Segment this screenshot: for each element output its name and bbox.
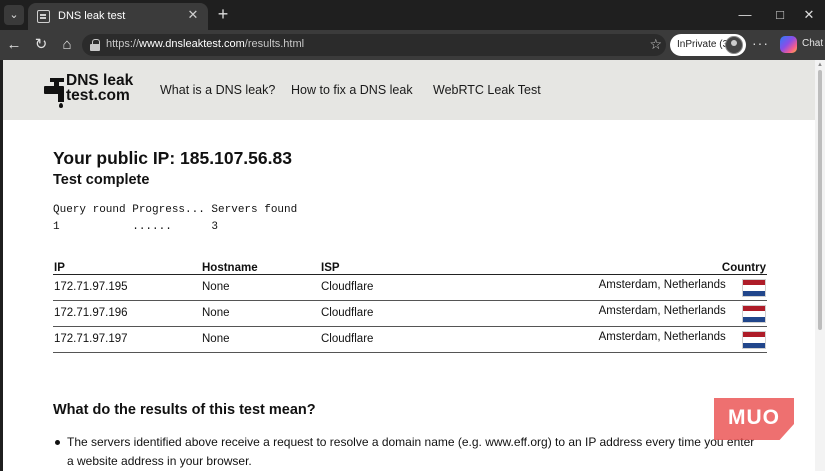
table-row: 172.71.97.197 None Cloudflare Amsterdam,… xyxy=(53,326,767,353)
scroll-thumb[interactable] xyxy=(818,70,822,330)
cell-country: Amsterdam, Netherlands xyxy=(500,300,767,327)
results-table: IP Hostname ISP Country 172.71.97.195 No… xyxy=(53,257,767,353)
country-name: Amsterdam, Netherlands xyxy=(598,331,726,343)
inprivate-button[interactable]: InPrivate (3) xyxy=(670,34,746,56)
cell-ip: 172.71.97.196 xyxy=(53,300,201,327)
muo-watermark: MUO xyxy=(714,398,794,440)
home-icon[interactable]: ⌂ xyxy=(57,35,77,55)
inprivate-label: InPrivate (3) xyxy=(677,39,732,50)
progress-header: Query round Progress... Servers found xyxy=(53,204,298,216)
netherlands-flag-icon xyxy=(742,279,766,297)
watermark-text: MUO xyxy=(728,406,780,429)
page-viewport: DNS leak test.com What is a DNS leak? Ho… xyxy=(3,60,815,471)
cell-hostname: None xyxy=(201,300,320,327)
country-name: Amsterdam, Netherlands xyxy=(598,305,726,317)
cell-country: Amsterdam, Netherlands xyxy=(500,274,767,301)
chat-label[interactable]: Chat xyxy=(802,38,823,49)
column-country: Country xyxy=(500,257,767,275)
bullet-icon xyxy=(55,440,60,445)
site-header: DNS leak test.com What is a DNS leak? Ho… xyxy=(3,60,815,120)
bullet-text: The servers identified above receive a r… xyxy=(67,435,755,468)
window-close-icon[interactable]: ✕ xyxy=(799,5,819,25)
cell-ip: 172.71.97.197 xyxy=(53,326,201,353)
column-isp: ISP xyxy=(320,257,500,275)
lock-icon[interactable] xyxy=(90,39,100,51)
page-scrollbar[interactable]: ▲ xyxy=(815,60,825,471)
tab-title: DNS leak test xyxy=(58,10,126,22)
cell-isp: Cloudflare xyxy=(320,300,500,327)
browser-toolbar: ← ↻ ⌂ https://www.dnsleaktest.com/result… xyxy=(0,30,825,60)
logo-text: DNS leak test.com xyxy=(66,72,134,104)
minimize-icon[interactable]: — xyxy=(735,5,755,25)
site-logo[interactable]: DNS leak test.com xyxy=(44,72,144,108)
back-arrow-icon[interactable]: ← xyxy=(4,35,24,55)
chevron-down-icon[interactable]: ⌄ xyxy=(4,5,24,25)
table-header-row: IP Hostname ISP Country xyxy=(53,257,767,275)
cell-ip: 172.71.97.195 xyxy=(53,274,201,301)
plus-icon[interactable]: + xyxy=(214,4,232,24)
url-text: https://www.dnsleaktest.com/results.html xyxy=(106,38,305,50)
netherlands-flag-icon xyxy=(742,305,766,323)
copilot-icon[interactable] xyxy=(780,36,797,53)
cell-country: Amsterdam, Netherlands xyxy=(500,326,767,353)
table-row: 172.71.97.196 None Cloudflare Amsterdam,… xyxy=(53,300,767,327)
cell-hostname: None xyxy=(201,326,320,353)
cell-isp: Cloudflare xyxy=(320,326,500,353)
results-meaning-heading: What do the results of this test mean? xyxy=(53,402,316,418)
netherlands-flag-icon xyxy=(742,331,766,349)
nav-what-is-dns-leak[interactable]: What is a DNS leak? xyxy=(160,83,275,97)
scroll-up-icon[interactable]: ▲ xyxy=(817,62,823,68)
star-icon[interactable]: ☆ xyxy=(649,36,662,53)
status-heading: Test complete xyxy=(53,172,150,188)
nav-webrtc-leak-test[interactable]: WebRTC Leak Test xyxy=(433,83,541,97)
browser-titlebar: ⌄ DNS leak test ✕ + — □ ✕ xyxy=(0,0,825,30)
close-icon[interactable]: ✕ xyxy=(186,8,200,22)
column-hostname: Hostname xyxy=(201,257,320,275)
country-name: Amsterdam, Netherlands xyxy=(598,279,726,291)
more-icon[interactable]: ··· xyxy=(752,35,769,51)
nav-how-to-fix[interactable]: How to fix a DNS leak xyxy=(291,83,413,97)
column-ip: IP xyxy=(53,257,201,275)
public-ip-heading: Your public IP: 185.107.56.83 xyxy=(53,148,292,168)
address-bar[interactable]: https://www.dnsleaktest.com/results.html… xyxy=(82,34,666,56)
cell-isp: Cloudflare xyxy=(320,274,500,301)
cell-hostname: None xyxy=(201,274,320,301)
refresh-icon[interactable]: ↻ xyxy=(31,35,51,55)
page-icon xyxy=(37,10,50,23)
avatar xyxy=(725,36,743,54)
progress-row: 1 ...... 3 xyxy=(53,221,219,233)
table-row: 172.71.97.195 None Cloudflare Amsterdam,… xyxy=(53,274,767,301)
maximize-icon[interactable]: □ xyxy=(770,5,790,25)
tab-dns-leak-test[interactable]: DNS leak test ✕ xyxy=(28,3,208,30)
